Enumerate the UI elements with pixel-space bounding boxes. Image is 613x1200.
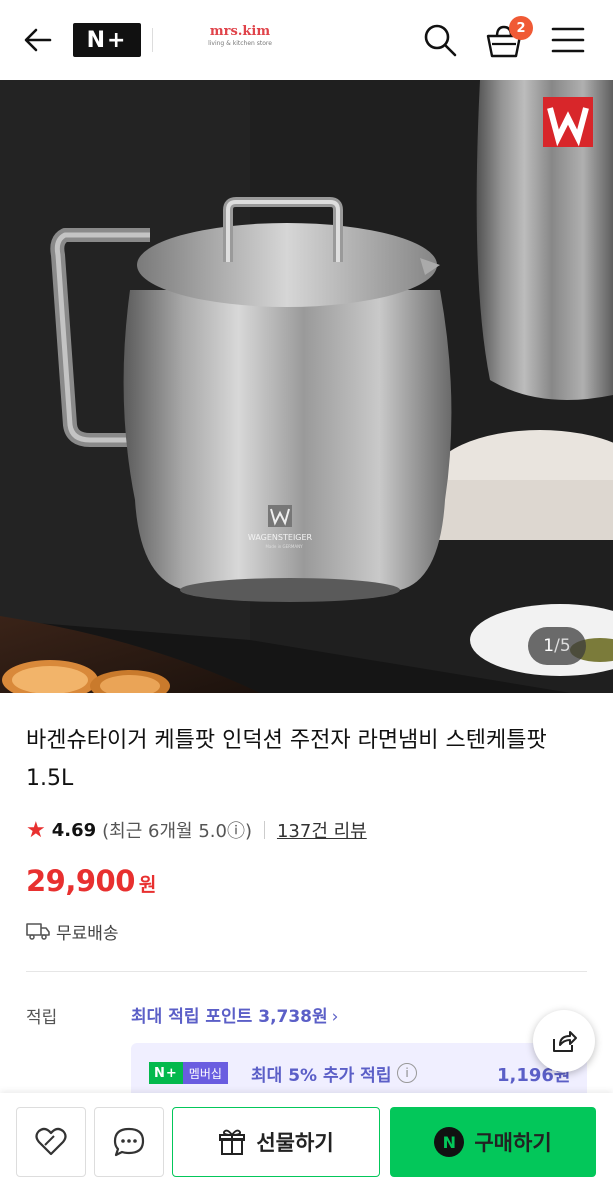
naver-pay-icon: N	[434, 1127, 465, 1157]
review-count-link[interactable]: 137건 리뷰	[277, 817, 367, 843]
naver-plus-logo[interactable]: N+	[73, 23, 141, 57]
cart-count-badge: 2	[509, 16, 533, 40]
membership-badge: N+ 멤버십	[149, 1062, 228, 1084]
product-image[interactable]: WAGENSTEIGER Made in GERMANY	[0, 80, 613, 693]
rating-note[interactable]: (최근 6개월 5.0ⓘ)	[102, 817, 252, 843]
product-title: 바겐슈타이거 케틀팟 인덕션 주전자 라면냄비 스텐케틀팟 1.5L	[26, 728, 547, 791]
price-row: 29,900 원	[26, 864, 156, 898]
shipping-text: 무료배송	[56, 923, 119, 944]
membership-badge-n: N+	[149, 1062, 183, 1084]
rating-value: 4.69	[51, 819, 97, 841]
image-counter: 1 / 5	[528, 627, 586, 665]
info-icon[interactable]: i	[397, 1063, 417, 1083]
gift-label: 선물하기	[256, 1131, 334, 1155]
share-button[interactable]	[533, 1010, 595, 1072]
heart-icon	[35, 1127, 67, 1156]
chat-bubble-icon	[113, 1127, 145, 1157]
kettle-brand-text: WAGENSTEIGER	[248, 533, 313, 542]
section-divider	[26, 971, 587, 972]
truck-icon	[26, 923, 50, 940]
max-points-text: 최대 적립 포인트 3,738원	[131, 1007, 328, 1027]
talk-button[interactable]	[94, 1107, 164, 1177]
kettle-brand-subtext: Made in GERMANY	[265, 544, 303, 549]
wishlist-button[interactable]	[16, 1107, 86, 1177]
buy-label: 구매하기	[474, 1131, 552, 1155]
header-divider	[152, 28, 153, 52]
gift-icon	[219, 1129, 246, 1155]
rating-divider	[263, 821, 265, 839]
image-total: 5	[559, 636, 571, 656]
image-current: 1	[543, 636, 555, 656]
membership-text: 최대 5% 추가 적립	[251, 1066, 392, 1086]
store-tagline: living & kitchen store	[208, 40, 272, 47]
chevron-right-icon: ›	[331, 1007, 339, 1027]
store-logo[interactable]: mrs.kim living & kitchen store	[200, 24, 280, 47]
shipping-row: 무료배송	[26, 918, 119, 944]
kettle-photo: WAGENSTEIGER Made in GERMANY	[0, 80, 613, 693]
search-icon[interactable]	[422, 22, 458, 58]
points-label: 적립	[26, 1008, 58, 1028]
gift-button[interactable]: 선물하기	[172, 1107, 380, 1177]
star-icon: ★	[26, 817, 46, 843]
buy-button[interactable]: N 구매하기	[390, 1107, 596, 1177]
max-points-link[interactable]: 최대 적립 포인트 3,738원 ›	[131, 1002, 338, 1027]
top-header: N+ mrs.kim living & kitchen store 2	[0, 0, 613, 80]
back-arrow-icon[interactable]	[22, 24, 54, 56]
share-icon	[553, 1031, 577, 1052]
rating-row: ★ 4.69 (최근 6개월 5.0ⓘ) 137건 리뷰	[26, 816, 367, 844]
menu-icon[interactable]	[551, 26, 585, 54]
price-value: 29,900	[26, 864, 135, 898]
store-name: mrs.kim	[209, 24, 271, 39]
price-currency: 원	[138, 874, 157, 896]
membership-badge-label: 멤버십	[182, 1062, 228, 1084]
